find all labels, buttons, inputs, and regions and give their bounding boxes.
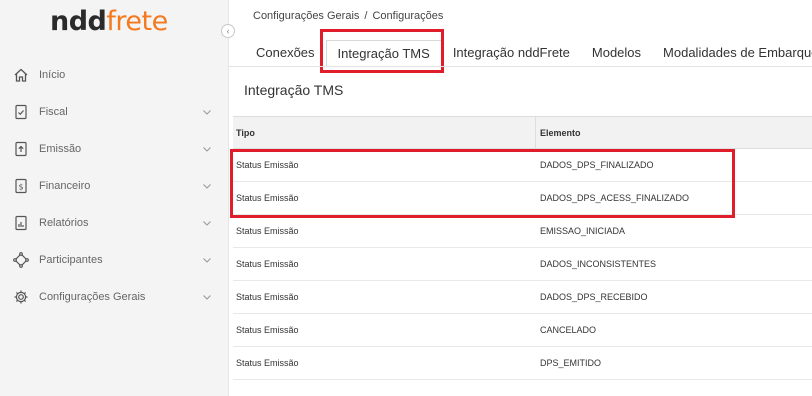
document-dollar-icon: $: [15, 178, 27, 193]
cell-tipo: Status Emissão: [236, 226, 299, 236]
report-chart-icon: [15, 215, 27, 230]
table-row[interactable]: Status Emissão DADOS_DPS_RECEBIDO: [233, 281, 812, 314]
table-row[interactable]: Status Emissão DPS_EMITIDO: [233, 347, 812, 380]
cell-elemento: EMISSAO_INICIADA: [540, 226, 626, 236]
cell-elemento: DADOS_INCONSISTENTES: [540, 259, 657, 269]
table-row[interactable]: Status Emissão CANCELADO: [233, 314, 812, 347]
tab-modalidades-de-embarque[interactable]: Modalidades de Embarque: [652, 40, 812, 66]
home-icon: [14, 68, 28, 82]
tabs-divider: [229, 66, 812, 67]
table-row[interactable]: Status Emissão DADOS_DPS_FINALIZADO: [233, 149, 812, 182]
sidebar-item-label: Emissão: [39, 142, 82, 155]
tab-modelos[interactable]: Modelos: [581, 40, 652, 66]
section-title: Integração TMS: [244, 82, 344, 98]
cell-elemento: DADOS_DPS_ACESS_FINALIZADO: [540, 193, 690, 203]
tab-conexoes[interactable]: Conexões: [245, 40, 326, 66]
document-check-icon: [15, 104, 27, 119]
tab-integracao-nddfrete[interactable]: Integração nddFrete: [442, 40, 581, 66]
sidebar-item-participantes[interactable]: Participantes: [0, 241, 229, 278]
cell-tipo: Status Emissão: [236, 358, 299, 368]
nddfrete-logo[interactable]: nddfrete: [50, 6, 168, 37]
cell-tipo: Status Emissão: [236, 160, 299, 170]
column-header-elemento[interactable]: Elemento: [536, 117, 581, 148]
integration-table: Tipo Elemento Status Emissão DADOS_DPS_F…: [233, 116, 812, 380]
sidebar-item-relatorios[interactable]: Relatórios: [0, 204, 229, 241]
svg-text:$: $: [18, 182, 23, 191]
cell-tipo: Status Emissão: [236, 193, 299, 203]
cell-elemento: DPS_EMITIDO: [540, 358, 602, 368]
chevron-down-icon: [203, 294, 211, 300]
table-header: Tipo Elemento: [233, 116, 812, 149]
sidebar: nddfrete Início Fiscal Emissão $ Finance…: [0, 0, 229, 396]
chevron-left-icon: ‹: [226, 26, 230, 36]
breadcrumb-item-configuracoes-gerais[interactable]: Configurações Gerais: [253, 10, 359, 22]
chevron-down-icon: [203, 183, 211, 189]
sidebar-item-inicio[interactable]: Início: [0, 56, 229, 93]
main-content: Configurações Gerais / Configurações Conex…: [229, 0, 812, 396]
sidebar-item-label: Relatórios: [39, 216, 89, 229]
breadcrumb-item-configuracoes: Configurações: [372, 10, 444, 22]
sidebar-item-label: Fiscal: [39, 105, 68, 118]
sidebar-item-emissao[interactable]: Emissão: [0, 130, 229, 167]
chevron-down-icon: [203, 146, 211, 152]
breadcrumb: Configurações Gerais / Configurações: [253, 10, 443, 22]
sidebar-item-label: Início: [39, 68, 66, 81]
cell-elemento: CANCELADO: [540, 325, 597, 335]
column-header-tipo[interactable]: Tipo: [233, 117, 536, 148]
chevron-down-icon: [203, 220, 211, 226]
table-row[interactable]: Status Emissão EMISSAO_INICIADA: [233, 215, 812, 248]
tab-bar: Conexões Integração TMS Integração nddFr…: [245, 40, 812, 66]
sidebar-collapse-button[interactable]: ‹: [221, 24, 235, 38]
breadcrumb-separator: /: [364, 10, 368, 22]
chevron-down-icon: [203, 257, 211, 263]
sidebar-item-label: Financeiro: [39, 179, 91, 192]
sidebar-item-fiscal[interactable]: Fiscal: [0, 93, 229, 130]
table-row[interactable]: Status Emissão DADOS_INCONSISTENTES: [233, 248, 812, 281]
cell-tipo: Status Emissão: [236, 325, 299, 335]
cell-elemento: DADOS_DPS_FINALIZADO: [540, 160, 654, 170]
table-row[interactable]: Status Emissão DADOS_DPS_ACESS_FINALIZAD…: [233, 182, 812, 215]
tab-integracao-tms[interactable]: Integração TMS: [325, 40, 442, 66]
chevron-down-icon: [203, 109, 211, 115]
gear-icon: [14, 290, 28, 303]
cell-elemento: DADOS_DPS_RECEBIDO: [540, 292, 648, 302]
sidebar-item-financeiro[interactable]: $ Financeiro: [0, 167, 229, 204]
document-upload-icon: [15, 141, 27, 156]
sidebar-item-label: Participantes: [39, 253, 103, 266]
cell-tipo: Status Emissão: [236, 292, 299, 302]
sidebar-item-label: Configurações Gerais: [39, 290, 146, 303]
sidebar-nav: Início Fiscal Emissão $ Financeiro Relat…: [0, 56, 229, 315]
sidebar-item-configuracoes-gerais[interactable]: Configurações Gerais: [0, 278, 229, 315]
cell-tipo: Status Emissão: [236, 259, 299, 269]
network-icon: [13, 251, 29, 268]
